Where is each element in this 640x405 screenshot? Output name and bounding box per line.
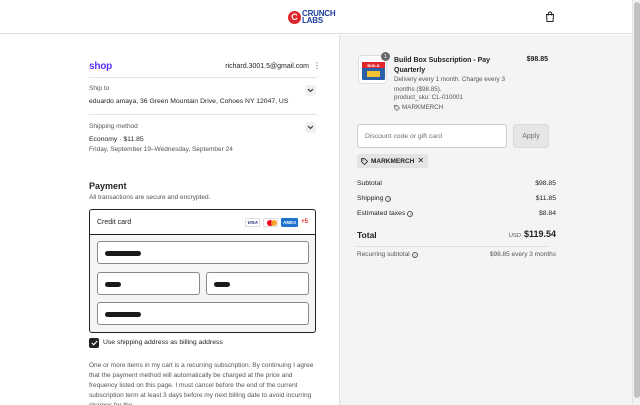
subtotal-label-text: Subtotal bbox=[357, 180, 382, 187]
summary-divider bbox=[357, 246, 548, 247]
name-on-card-input[interactable] bbox=[97, 302, 309, 325]
recurring-subtotal-label-text: Recurring subtotal bbox=[357, 251, 410, 258]
item-quantity-badge: 1 bbox=[381, 52, 390, 61]
crunchlabs-logo-mark: C bbox=[288, 10, 301, 24]
tag-icon bbox=[361, 157, 368, 165]
amex-icon: AMEX bbox=[281, 217, 299, 227]
taxes-label-text: Estimated taxes bbox=[357, 210, 406, 217]
ship-to-toggle[interactable] bbox=[305, 85, 316, 96]
card-number-input[interactable] bbox=[97, 241, 309, 264]
visa-icon: VISA bbox=[245, 217, 261, 227]
contact-divider bbox=[89, 77, 317, 78]
remove-discount-icon[interactable]: ✕ bbox=[417, 157, 424, 165]
subscription-legal-text: One or more items in my cart is a recurr… bbox=[89, 362, 314, 405]
total-amount: $119.54 bbox=[523, 229, 556, 239]
logo-line-2: LABS bbox=[302, 16, 323, 25]
product-delivery-description: Delivery every 1 month. Charge every 3 m… bbox=[394, 76, 505, 93]
payment-subtitle: All transactions are secure and encrypte… bbox=[89, 194, 211, 201]
crunchlabs-logo[interactable]: C CRUNCH LABS bbox=[288, 8, 336, 26]
credit-card-label: Credit card bbox=[97, 218, 132, 226]
page-scrollbar[interactable] bbox=[632, 0, 640, 405]
account-email-text: richard.3001.5@gmail.com bbox=[225, 62, 309, 70]
total-value: USD $119.54 bbox=[509, 229, 556, 239]
applied-discount-chip: MARKMERCH ✕ bbox=[357, 154, 429, 168]
security-code-input[interactable] bbox=[206, 272, 309, 295]
applied-discount-code: MARKMERCH bbox=[371, 157, 415, 165]
recurring-subtotal-value: $98.85 every 3 months bbox=[489, 251, 556, 258]
shipping-method-label: Shipping method bbox=[89, 123, 138, 130]
help-icon[interactable]: ? bbox=[407, 210, 414, 217]
tag-icon bbox=[394, 104, 400, 111]
expiry-masked bbox=[105, 282, 121, 287]
more-card-brands: +5 bbox=[301, 219, 308, 225]
product-discount: MARKMERCH bbox=[394, 104, 443, 111]
shipping-method-value: Economy · $11.85 bbox=[89, 136, 144, 143]
ship-to-label: Ship to bbox=[89, 85, 110, 92]
crunchlabs-wordmark: CRUNCH LABS bbox=[302, 10, 336, 25]
discount-code-input[interactable]: Discount code or gift card bbox=[357, 124, 507, 148]
payment-heading: Payment bbox=[89, 181, 127, 191]
scrollbar-thumb[interactable] bbox=[634, 2, 640, 398]
name-on-card-masked bbox=[105, 312, 141, 317]
chevron-down-icon bbox=[307, 88, 314, 93]
card-brand-logos: VISA AMEX +5 bbox=[245, 217, 308, 227]
credit-card-option[interactable]: Credit card VISA AMEX +5 bbox=[90, 210, 315, 235]
ship-to-address: eduardo amaya, 36 Green Mountain Drive, … bbox=[89, 98, 289, 105]
taxes-value: $8.84 bbox=[538, 210, 556, 217]
shipping-delivery-dates: Friday, September 19–Wednesday, Septembe… bbox=[89, 146, 233, 153]
credit-card-panel: Credit card VISA AMEX +5 bbox=[89, 209, 316, 333]
card-number-masked bbox=[105, 251, 141, 256]
kebab-menu-icon[interactable]: ⋮ bbox=[313, 62, 321, 70]
total-currency: USD bbox=[508, 233, 521, 239]
ship-to-divider bbox=[89, 114, 317, 115]
security-code-masked bbox=[214, 282, 230, 287]
recurring-subtotal-label: Recurring subtotal ? bbox=[357, 251, 418, 258]
total-label: Total bbox=[357, 230, 377, 240]
contact-row: shop richard.3001.5@gmail.com ⋮ bbox=[89, 59, 321, 73]
shipping-label: Shipping ? bbox=[357, 195, 392, 202]
account-email: richard.3001.5@gmail.com ⋮ bbox=[225, 62, 321, 70]
taxes-label: Estimated taxes ? bbox=[357, 210, 414, 217]
subtotal-value: $98.85 bbox=[535, 180, 556, 187]
checkmark-icon bbox=[90, 340, 98, 346]
shipping-method-toggle[interactable] bbox=[305, 122, 316, 133]
product-discount-code: MARKMERCH bbox=[402, 104, 444, 111]
expiration-date-input[interactable] bbox=[97, 272, 200, 295]
shipping-value: $11.85 bbox=[535, 195, 556, 202]
checkout-header: C CRUNCH LABS bbox=[0, 0, 632, 34]
help-icon[interactable]: ? bbox=[411, 251, 418, 258]
help-icon[interactable]: ? bbox=[385, 195, 392, 202]
product-price: $98.85 bbox=[526, 56, 548, 63]
mastercard-icon bbox=[263, 217, 279, 227]
product-image-text: BUILD bbox=[367, 63, 379, 68]
chevron-down-icon bbox=[307, 125, 314, 130]
billing-same-as-shipping-label: Use shipping address as billing address bbox=[103, 339, 223, 346]
shipping-label-text: Shipping bbox=[357, 195, 384, 202]
apply-discount-button[interactable]: Apply bbox=[513, 124, 549, 148]
product-sku: product_sku: CL-010001 bbox=[394, 94, 463, 101]
subtotal-label: Subtotal bbox=[357, 180, 382, 187]
product-title: Build Box Subscription - Pay Quarterly bbox=[394, 57, 491, 74]
shop-pay-logo: shop bbox=[89, 60, 113, 72]
shopping-bag-icon[interactable] bbox=[545, 11, 555, 22]
billing-same-as-shipping-checkbox[interactable] bbox=[89, 338, 99, 348]
